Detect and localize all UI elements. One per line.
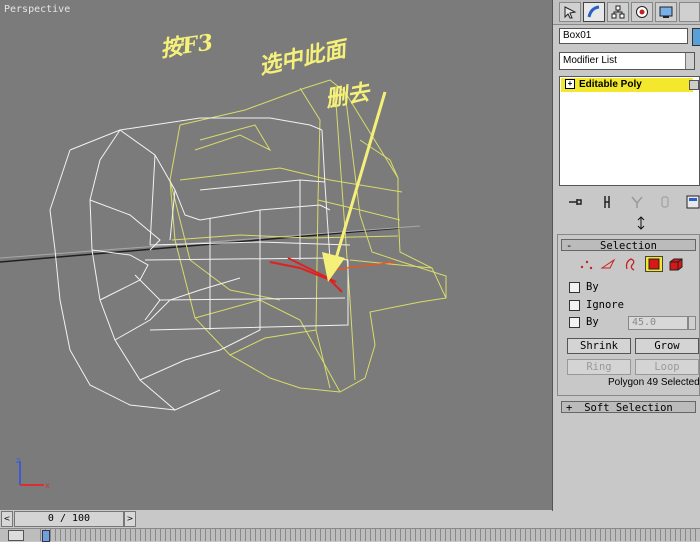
command-panel-tabs bbox=[553, 0, 700, 25]
configure-sets-icon[interactable] bbox=[685, 194, 700, 210]
track-bar-knob[interactable] bbox=[42, 530, 50, 542]
border-icon[interactable] bbox=[622, 256, 640, 272]
object-color-swatch[interactable] bbox=[692, 28, 700, 46]
perspective-viewport[interactable]: Perspective 按F3 选中此面 删去 z x bbox=[0, 0, 553, 511]
spinner-arrows-icon[interactable] bbox=[688, 316, 696, 330]
by-angle-label: By bbox=[586, 316, 599, 328]
make-unique-icon[interactable] bbox=[629, 194, 645, 210]
vertex-icon[interactable] bbox=[578, 256, 596, 272]
panel-resize-icon[interactable] bbox=[636, 216, 646, 230]
display-icon[interactable] bbox=[655, 2, 677, 22]
by-angle-option[interactable]: By bbox=[569, 316, 599, 330]
grow-button[interactable]: Grow bbox=[635, 338, 699, 354]
by-vertex-option[interactable]: By bbox=[569, 281, 599, 295]
remove-modifier-icon[interactable] bbox=[657, 194, 673, 210]
modifier-list-dropdown[interactable]: Modifier List bbox=[559, 52, 695, 70]
time-slider-bar: < 0 / 100 > bbox=[0, 510, 552, 528]
pin-stack-icon[interactable] bbox=[567, 194, 583, 210]
hierarchy-icon[interactable] bbox=[607, 2, 629, 22]
ignore-backfacing-option[interactable]: Ignore bbox=[569, 299, 624, 313]
svg-text:z: z bbox=[16, 456, 20, 465]
svg-text:x: x bbox=[45, 481, 50, 490]
track-bar[interactable] bbox=[0, 528, 700, 542]
next-frame-button[interactable]: > bbox=[124, 511, 136, 527]
stack-toolbar bbox=[559, 192, 700, 214]
show-end-result-icon[interactable] bbox=[599, 194, 615, 210]
selection-title: Selection bbox=[600, 240, 657, 252]
angle-spinner[interactable]: 45.0 bbox=[628, 316, 688, 330]
track-bar-icon[interactable] bbox=[8, 530, 24, 541]
chevron-down-icon[interactable] bbox=[685, 53, 694, 69]
expand-icon[interactable]: + bbox=[565, 79, 575, 90]
stack-item-toggle[interactable] bbox=[689, 80, 699, 90]
utilities-icon[interactable] bbox=[679, 2, 700, 22]
element-icon[interactable] bbox=[667, 256, 685, 272]
axis-gizmo-icon: z x bbox=[16, 456, 50, 490]
soft-selection-rollout-header[interactable]: + Soft Selection bbox=[561, 401, 696, 414]
modifier-stack[interactable]: + Editable Poly bbox=[559, 76, 700, 186]
ignore-label: Ignore bbox=[586, 299, 624, 311]
selection-status: Polygon 49 Selected bbox=[608, 377, 700, 388]
polygon-icon[interactable] bbox=[645, 256, 663, 272]
expand-icon: + bbox=[566, 402, 573, 414]
stack-item-label: Editable Poly bbox=[579, 79, 642, 90]
by-angle-checkbox[interactable] bbox=[569, 316, 580, 328]
time-slider[interactable]: 0 / 100 bbox=[14, 511, 124, 527]
ignore-backfacing-checkbox[interactable] bbox=[569, 299, 580, 311]
object-name-field[interactable]: Box01 bbox=[559, 28, 688, 44]
track-bar-ticks bbox=[40, 529, 700, 541]
loop-button[interactable]: Loop bbox=[635, 359, 699, 375]
shrink-button[interactable]: Shrink bbox=[567, 338, 631, 354]
create-icon[interactable] bbox=[559, 2, 581, 22]
by-vertex-label: By bbox=[586, 281, 599, 293]
edge-icon[interactable] bbox=[600, 256, 618, 272]
ring-button[interactable]: Ring bbox=[567, 359, 631, 375]
soft-selection-title: Soft Selection bbox=[584, 402, 673, 414]
collapse-icon: - bbox=[566, 240, 573, 252]
modify-icon[interactable] bbox=[583, 2, 605, 22]
stack-item-editable-poly[interactable]: + Editable Poly bbox=[561, 78, 699, 92]
prev-frame-button[interactable]: < bbox=[1, 511, 13, 527]
motion-icon[interactable] bbox=[631, 2, 653, 22]
modifier-list-label: Modifier List bbox=[563, 55, 617, 66]
selection-rollout-header[interactable]: - Selection bbox=[561, 239, 696, 252]
by-vertex-checkbox[interactable] bbox=[569, 281, 580, 293]
